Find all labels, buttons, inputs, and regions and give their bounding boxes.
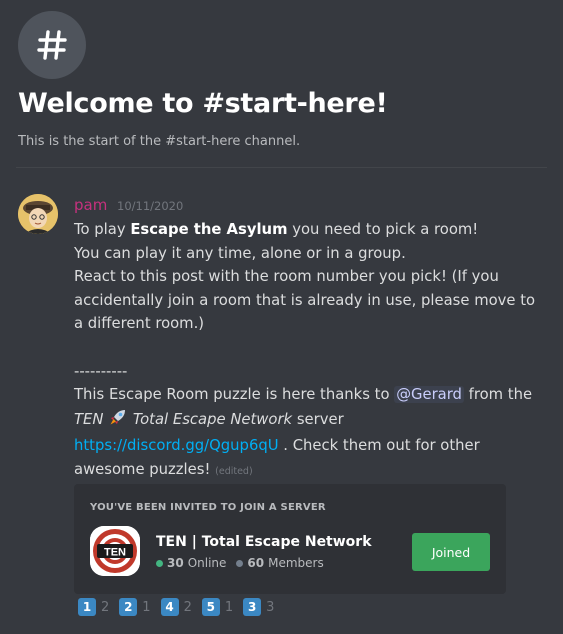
- server-stats: 30 Online 60 Members: [156, 556, 324, 570]
- welcome-title: Welcome to #start-here!: [18, 88, 388, 119]
- online-label: Online: [187, 556, 227, 570]
- rocket-icon: [108, 407, 128, 435]
- joined-button[interactable]: Joined: [412, 533, 490, 571]
- avatar-image: [18, 194, 58, 234]
- text: server: [292, 410, 344, 428]
- divider: [16, 167, 547, 168]
- reaction-count: 2: [101, 599, 110, 615]
- user-mention[interactable]: @Gerard: [394, 386, 464, 404]
- server-ref-b: Total Escape Network: [132, 410, 293, 428]
- keycap-1-icon: 1: [78, 598, 96, 616]
- hash-icon: [37, 30, 67, 60]
- message-content: To play Escape the Asylum you need to pi…: [74, 218, 544, 484]
- reactions-bar: 1 2 2 1 4 2 5 1 3 3: [78, 598, 274, 616]
- members-label: Members: [268, 556, 324, 570]
- message-line: React to this post with the room number …: [74, 268, 536, 333]
- reaction-count: 1: [224, 599, 234, 615]
- keycap-2-icon: 2: [119, 598, 138, 616]
- separator-line: ----------: [74, 362, 128, 380]
- server-icon[interactable]: TEN: [90, 526, 140, 576]
- online-dot-icon: [156, 559, 163, 567]
- text: This Escape Room puzzle is here thanks t…: [74, 386, 395, 404]
- message-line: To play Escape the Asylum you need to pi…: [74, 218, 544, 242]
- reaction-keycap-1[interactable]: 1 2: [78, 598, 109, 616]
- avatar[interactable]: [18, 194, 58, 234]
- server-logo: TEN: [90, 526, 140, 576]
- edited-label: (edited): [215, 465, 253, 477]
- reaction-keycap-5[interactable]: 5 1: [201, 598, 234, 616]
- message-line: You can play it any time, alone or in a …: [74, 244, 406, 262]
- text: from the: [463, 386, 533, 404]
- keycap-4-icon: 4: [160, 598, 179, 616]
- invite-link[interactable]: https://discord.gg/Qgup6qU: [74, 437, 279, 454]
- message-timestamp: 10/11/2020: [117, 199, 184, 213]
- text: you need to pick a room!: [287, 221, 479, 238]
- members-count: 60: [247, 556, 265, 570]
- reaction-count: 1: [142, 599, 151, 615]
- channel-hash-icon: [18, 11, 86, 79]
- invite-header: YOU'VE BEEN INVITED TO JOIN A SERVER: [90, 502, 326, 513]
- reaction-keycap-2[interactable]: 2 1: [119, 598, 151, 616]
- text: To play: [74, 221, 131, 238]
- keycap-3-icon: 3: [243, 598, 262, 616]
- game-name: Escape the Asylum: [130, 221, 288, 238]
- reaction-count: 3: [266, 599, 275, 615]
- reaction-keycap-4[interactable]: 4 2: [160, 598, 192, 616]
- online-count: 30: [167, 556, 184, 570]
- server-name[interactable]: TEN | Total Escape Network: [156, 534, 372, 550]
- reaction-keycap-3[interactable]: 3 3: [243, 598, 274, 616]
- server-invite-embed: YOU'VE BEEN INVITED TO JOIN A SERVER TEN…: [74, 484, 506, 594]
- server-ref-a: TEN: [74, 410, 104, 428]
- reaction-count: 2: [183, 599, 192, 615]
- credit-line: This Escape Room puzzle is here thanks t…: [74, 383, 544, 483]
- channel-start-text: This is the start of the #start-here cha…: [18, 134, 301, 149]
- message-author[interactable]: pam: [74, 196, 107, 214]
- keycap-5-icon: 5: [201, 598, 220, 616]
- server-logo-text: TEN: [104, 547, 126, 559]
- members-dot-icon: [236, 559, 244, 567]
